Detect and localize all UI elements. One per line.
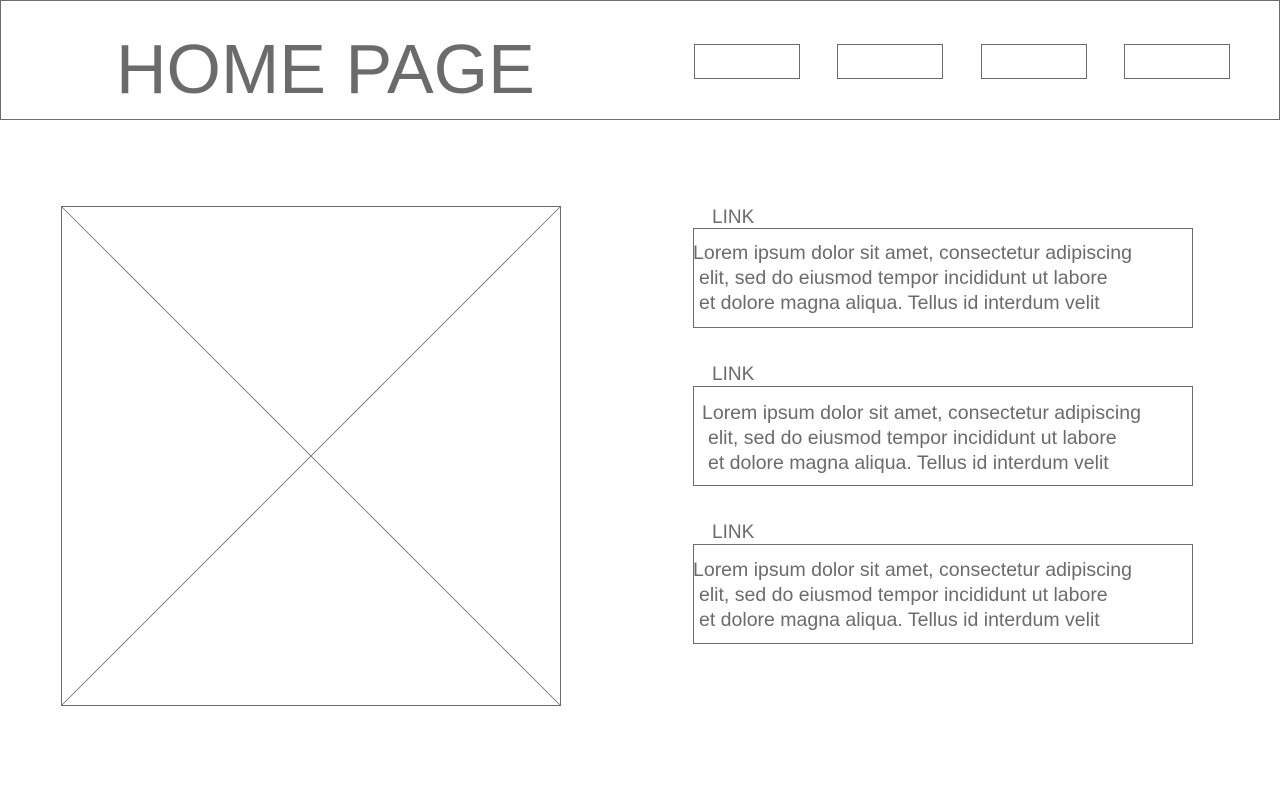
text-line: elit, sed do eiusmod tempor incididunt u… — [699, 267, 1108, 289]
text-line: et dolore magna aliqua. Tellus id interd… — [699, 292, 1100, 314]
section-link-3[interactable]: LINK — [712, 522, 754, 544]
text-line: Lorem ipsum dolor sit amet, consectetur … — [693, 559, 1132, 581]
text-box-3: Lorem ipsum dolor sit amet, consectetur … — [693, 544, 1193, 644]
nav-button-2[interactable] — [837, 44, 943, 79]
nav-button-3[interactable] — [981, 44, 1087, 79]
text-line: Lorem ipsum dolor sit amet, consectetur … — [693, 242, 1132, 264]
text-box-2: Lorem ipsum dolor sit amet, consectetur … — [693, 386, 1193, 486]
nav-button-1[interactable] — [694, 44, 800, 79]
text-line: et dolore magna aliqua. Tellus id interd… — [708, 452, 1109, 474]
text-line: Lorem ipsum dolor sit amet, consectetur … — [702, 402, 1141, 424]
section-link-1[interactable]: LINK — [712, 207, 754, 229]
page-title: HOME PAGE — [116, 30, 535, 108]
image-placeholder — [61, 206, 561, 706]
text-line: elit, sed do eiusmod tempor incididunt u… — [708, 427, 1117, 449]
text-line: et dolore magna aliqua. Tellus id interd… — [699, 609, 1100, 631]
section-link-2[interactable]: LINK — [712, 364, 754, 386]
text-line: elit, sed do eiusmod tempor incididunt u… — [699, 584, 1108, 606]
text-box-1: Lorem ipsum dolor sit amet, consectetur … — [693, 228, 1193, 328]
nav-button-4[interactable] — [1124, 44, 1230, 79]
header-bar: HOME PAGE — [0, 0, 1280, 120]
